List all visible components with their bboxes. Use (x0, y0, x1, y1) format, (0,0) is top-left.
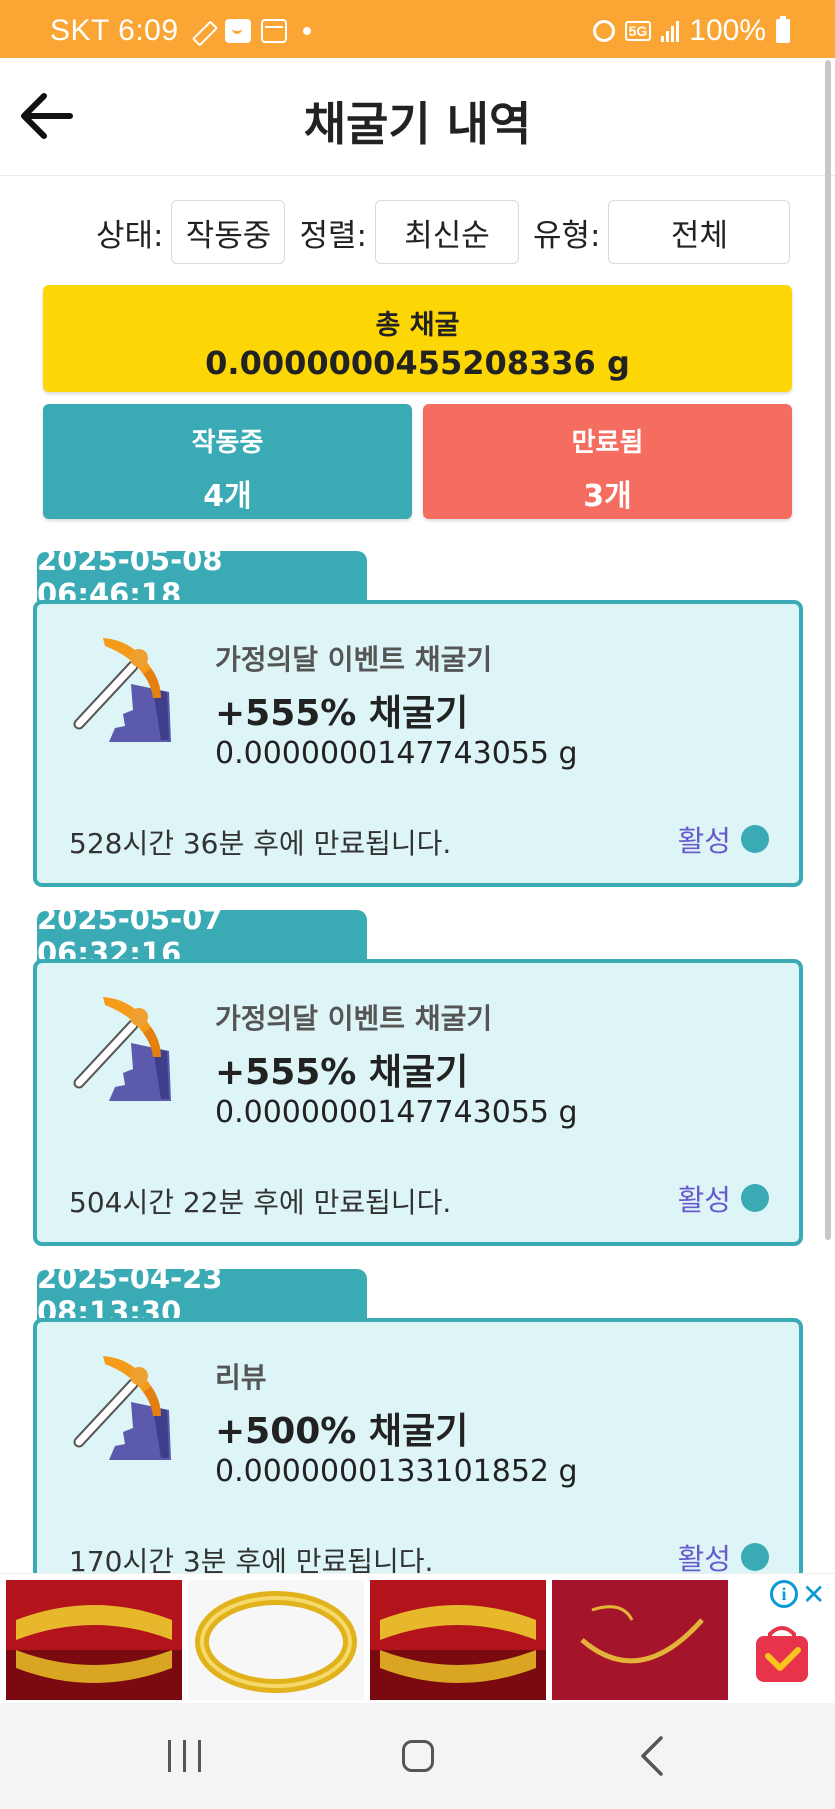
miner-rate: +500% 채굴기 (215, 1411, 469, 1452)
miner-card[interactable]: 가정의달 이벤트 채굴기 +555% 채굴기 0.000000014774305… (33, 959, 803, 1246)
notification-app-icon (224, 19, 251, 43)
system-nav-bar (0, 1703, 835, 1809)
app-header: 채굴기 내역 (0, 58, 835, 176)
pickaxe-rock-icon (73, 1356, 171, 1460)
miner-name: 가정의달 이벤트 채굴기 (215, 1002, 493, 1035)
battery-percent: 100% (689, 14, 766, 47)
gold-bracelet-image (6, 1580, 182, 1700)
miner-rate: +555% 채굴기 (215, 693, 469, 734)
chevron-left-icon (641, 1736, 663, 1776)
pencil-icon (189, 18, 215, 44)
home-button[interactable] (378, 1731, 458, 1781)
status-bar-right: 5G 100% (592, 14, 790, 48)
status-bar: SKT 6:09 5G 100% (0, 0, 835, 58)
gold-bracelet-image (370, 1580, 546, 1700)
more-notifications-dot (302, 27, 311, 35)
miner-name: 리뷰 (215, 1361, 267, 1394)
active-label: 작동중 (191, 428, 264, 458)
expired-label: 만료됨 (571, 428, 644, 458)
miner-status-label: 활성 (677, 824, 731, 858)
status-dot-icon (741, 1543, 769, 1571)
status-dot-icon (741, 825, 769, 853)
miner-status-label: 활성 (677, 1542, 731, 1576)
miner-status: 활성 (678, 1536, 769, 1578)
status-filter-label: 상태: (96, 217, 164, 254)
ad-product-image[interactable] (552, 1580, 728, 1700)
miner-card[interactable]: 가정의달 이벤트 채굴기 +555% 채굴기 0.000000014774305… (33, 600, 803, 887)
battery-icon (776, 16, 790, 43)
total-mined-label: 총 채굴 (375, 310, 460, 341)
filter-row: 상태: 작동중 정렬: 최신순 유형: 전체 (96, 200, 791, 264)
miner-name: 가정의달 이벤트 채굴기 (215, 643, 493, 676)
type-filter-select[interactable]: 전체 (608, 200, 791, 264)
page-title: 채굴기 내역 (303, 97, 532, 151)
miner-date-tab: 2025-05-07 06:32:16 (37, 902, 367, 970)
signal-icon (661, 20, 680, 42)
sort-filter-label: 정렬: (299, 217, 367, 254)
pickaxe-rock-icon (73, 638, 171, 742)
type-filter-label: 유형: (532, 217, 601, 254)
miner-amount: 0.0000000147743055 g (215, 1095, 578, 1130)
ad-product-image[interactable] (188, 1580, 364, 1700)
miner-status: 활성 (678, 1177, 769, 1219)
miner-card[interactable]: 리뷰 +500% 채굴기 0.0000000133101852 g 170시간 … (33, 1318, 803, 1605)
ad-product-image[interactable] (6, 1580, 182, 1700)
expired-count-box[interactable]: 만료됨 3개 (423, 404, 792, 519)
status-dot-icon (741, 1184, 769, 1212)
gold-bangle-image (188, 1580, 364, 1700)
expired-count: 3개 (583, 479, 632, 514)
status-bar-left: SKT 6:09 (50, 14, 311, 48)
miner-rate: +555% 채굴기 (215, 1052, 469, 1093)
alarm-icon (592, 20, 615, 42)
system-back-button[interactable] (612, 1731, 692, 1781)
ad-close-icon[interactable]: ✕ (802, 1578, 825, 1611)
gold-chain-image (552, 1580, 728, 1700)
pickaxe-rock-icon (73, 997, 171, 1101)
miner-amount: 0.0000000147743055 g (215, 736, 578, 771)
ad-info-icon[interactable]: i (770, 1580, 798, 1608)
miner-date-tab: 2025-04-23 08:13:30 (37, 1261, 367, 1329)
miner-expiry: 504시간 22분 후에 만료됩니다. (69, 1186, 452, 1219)
shopping-bag-icon[interactable] (752, 1622, 812, 1684)
miner-date-tab: 2025-05-08 06:46:18 (37, 543, 367, 611)
miner-expiry: 528시간 36분 후에 만료됩니다. (69, 827, 452, 860)
ad-product-image[interactable] (370, 1580, 546, 1700)
total-mined-box: 총 채굴 0.0000000455208336 g (43, 285, 792, 392)
active-count: 4개 (203, 479, 252, 514)
calendar-icon (260, 19, 287, 43)
miner-amount: 0.0000000133101852 g (215, 1454, 578, 1489)
recent-apps-button[interactable] (144, 1731, 224, 1781)
miner-status: 활성 (678, 818, 769, 860)
miner-status-label: 활성 (677, 1183, 731, 1217)
sort-filter-select[interactable]: 최신순 (374, 200, 519, 264)
ad-banner[interactable]: i ✕ (0, 1573, 835, 1703)
status-filter-select[interactable]: 작동중 (171, 200, 286, 264)
active-count-box[interactable]: 작동중 4개 (43, 404, 412, 519)
total-mined-value: 0.0000000455208336 g (205, 344, 630, 382)
scrollbar[interactable] (825, 60, 831, 1240)
network-type: 5G (624, 21, 652, 41)
carrier-time: SKT 6:09 (50, 14, 179, 47)
